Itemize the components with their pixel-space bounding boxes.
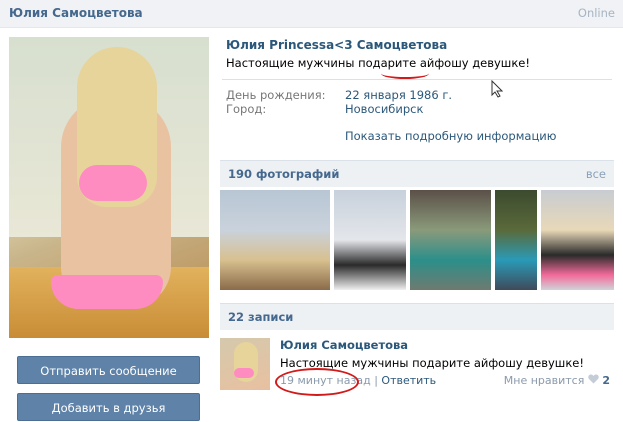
mouse-cursor-icon [491, 79, 504, 102]
show-more-info-link[interactable]: Показать подробную информацию [345, 129, 556, 143]
reply-link[interactable]: Ответить [381, 374, 436, 387]
profile-full-name: Юлия Princessa<3 Самоцветова [226, 38, 448, 52]
profile-photo[interactable] [9, 37, 209, 338]
add-friend-button[interactable]: Добавить в друзья [17, 393, 200, 421]
wall-posts-count[interactable]: 22 записи [228, 310, 293, 324]
photo-thumbnail[interactable] [541, 190, 614, 290]
like-label[interactable]: Мне нравится [504, 374, 585, 387]
photo-thumbnail[interactable] [334, 190, 406, 290]
heart-icon[interactable] [588, 374, 603, 387]
divider [222, 79, 612, 80]
photo-thumbnail[interactable] [410, 190, 491, 290]
profile-status-text[interactable]: Настоящие мужчины подарите айфошу девушк… [226, 56, 530, 70]
photo-thumbnail[interactable] [495, 190, 537, 290]
highlight-underline [381, 68, 429, 79]
like-control[interactable]: Мне нравится 2 [504, 374, 610, 387]
highlight-circle [275, 368, 359, 396]
birthday-value[interactable]: 22 января 1986 г. [345, 88, 452, 102]
photos-all-link[interactable]: все [586, 167, 606, 181]
profile-header-bar: Юлия Самоцветова Online [0, 0, 623, 28]
birthday-label: День рождения: [226, 88, 326, 102]
city-value[interactable]: Новосибирск [345, 102, 423, 116]
city-label: Город: [226, 102, 267, 116]
send-message-button[interactable]: Отправить сообщение [17, 356, 200, 384]
header-name[interactable]: Юлия Самоцветова [9, 6, 143, 20]
post-author-avatar[interactable] [220, 338, 270, 390]
online-status: Online [577, 6, 615, 20]
like-count: 2 [602, 374, 610, 387]
photo-thumbnail[interactable] [220, 190, 330, 290]
wall-section-header: 22 записи [220, 303, 614, 330]
post-author-name[interactable]: Юлия Самоцветова [280, 338, 408, 352]
meta-separator: | [374, 374, 378, 387]
photos-count[interactable]: 190 фотографий [228, 167, 339, 181]
photos-section-header: 190 фотографий все [220, 160, 614, 187]
